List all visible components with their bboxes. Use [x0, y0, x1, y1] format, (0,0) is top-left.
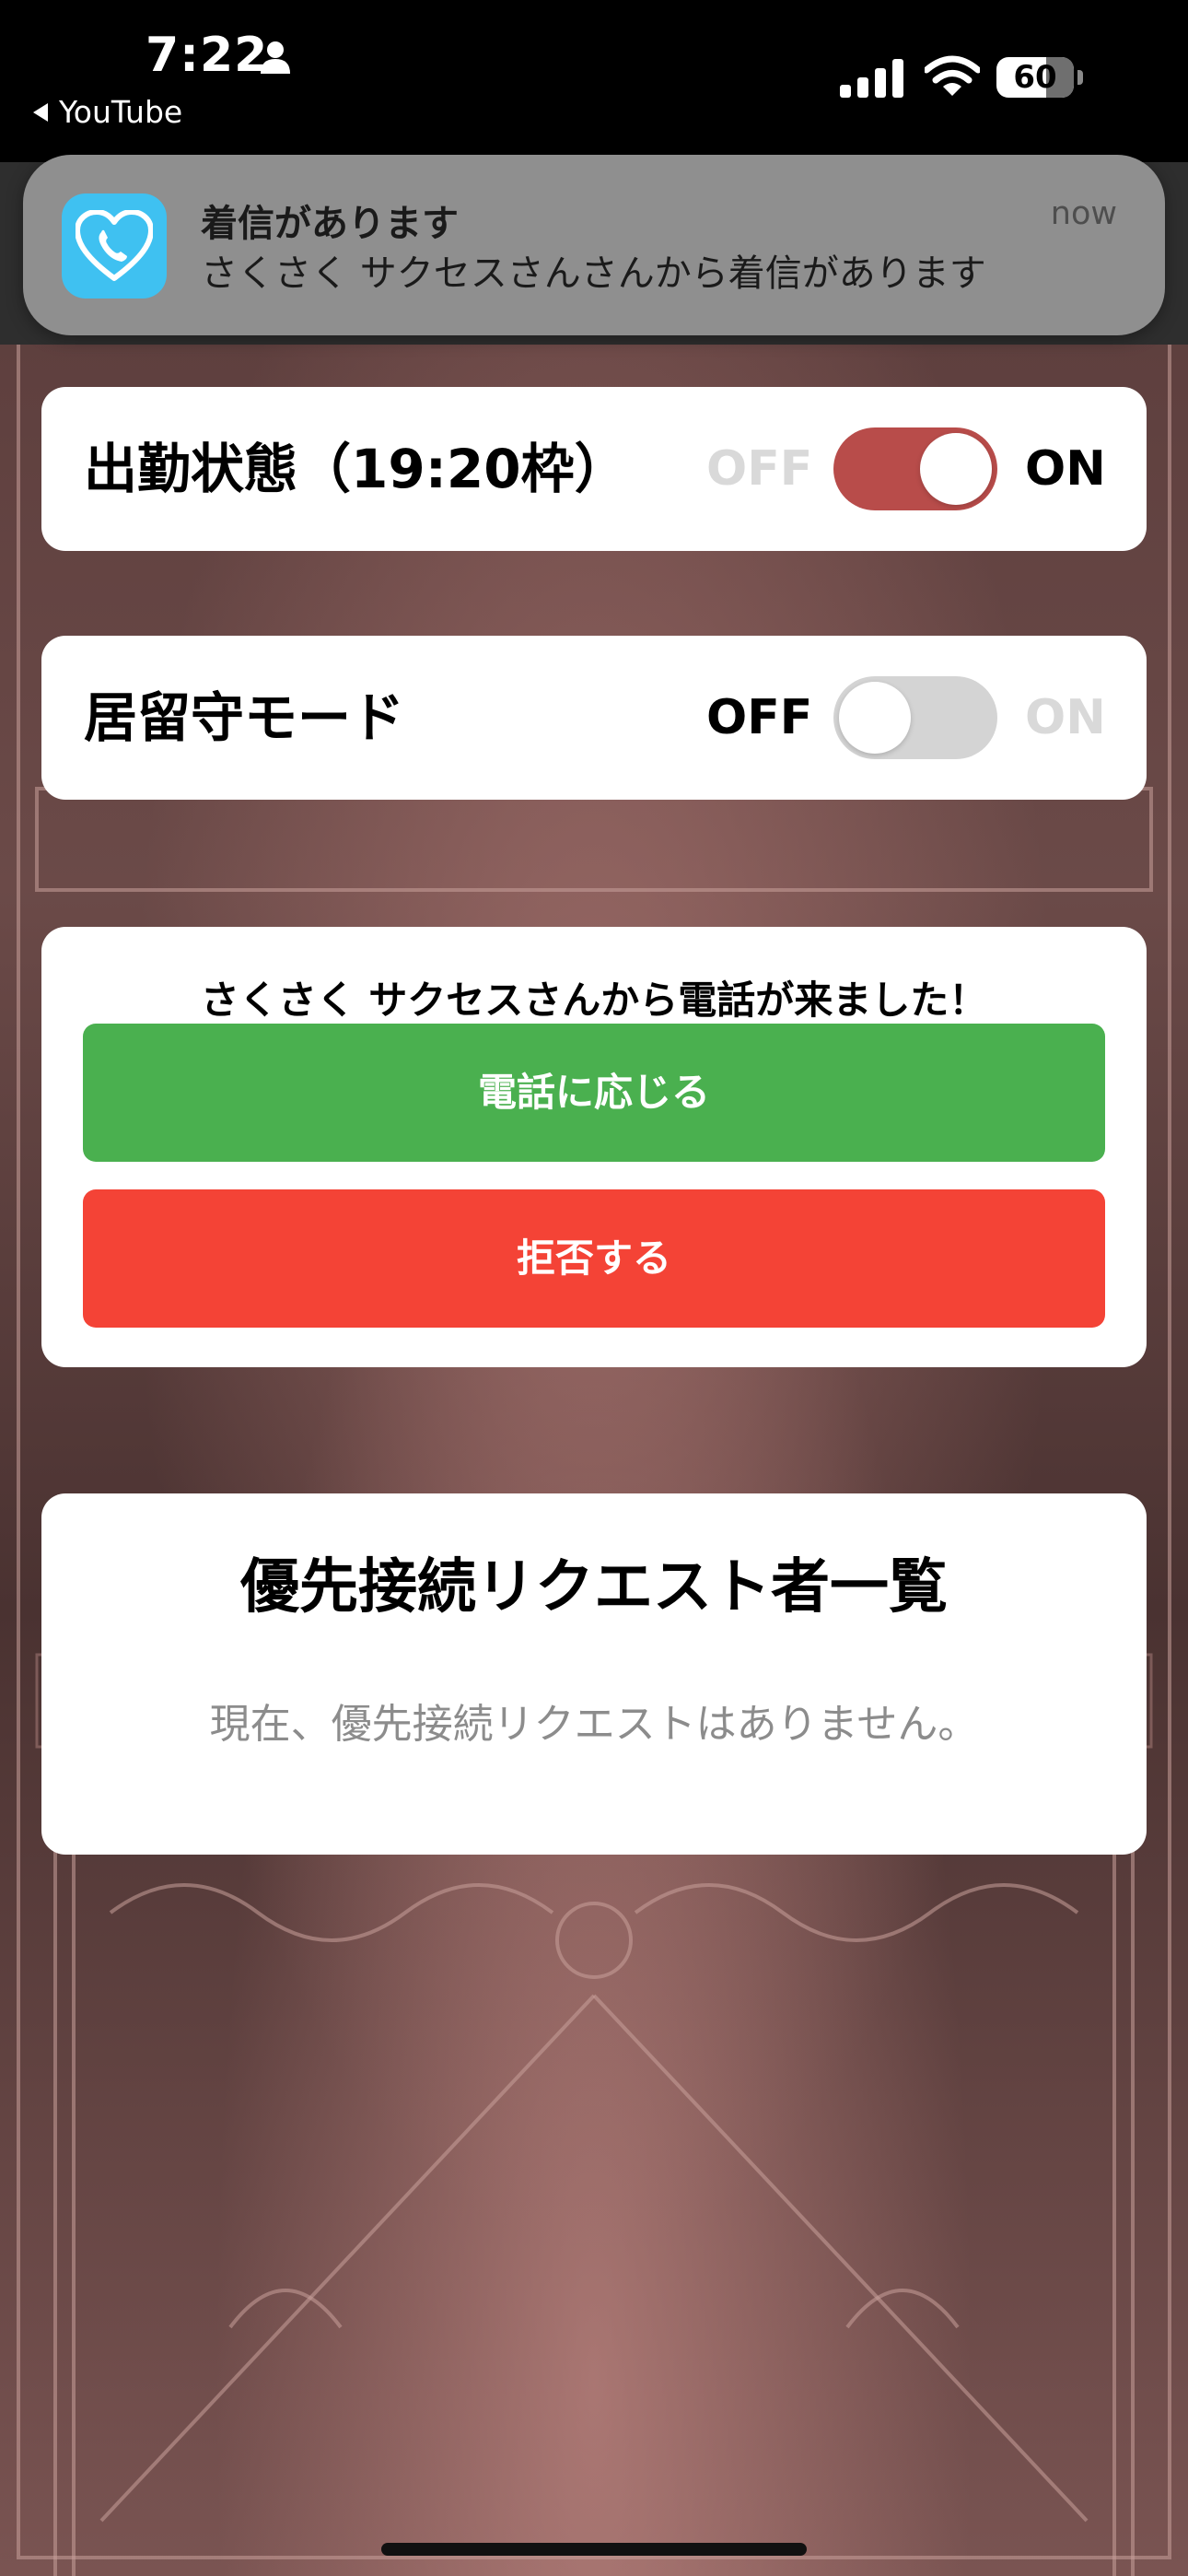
priority-list-empty-message: 現在、優先接続リクエストはありません。: [209, 1701, 979, 1748]
cellular-signal-icon: [840, 57, 904, 101]
answering-machine-label: 居留守モード: [84, 686, 405, 749]
answering-machine-on-label: ON: [1025, 690, 1106, 745]
battery-indicator: 60: [996, 57, 1074, 98]
notification-title: 着信があります: [201, 203, 459, 245]
attendance-on-label: ON: [1025, 441, 1106, 497]
attendance-label: 出勤状態（19:20枠）: [84, 438, 628, 500]
answer-call-button[interactable]: 電話に応じる: [83, 1024, 1105, 1162]
battery-level: 60: [1013, 59, 1057, 96]
heart-phone-icon: [62, 193, 167, 299]
incoming-call-notification[interactable]: 着信があります さくさく サクセスさんさんから着信があります now: [23, 155, 1165, 335]
incoming-call-card: さくさく サクセスさんから電話が来ました！ 電話に応じる 拒否する: [41, 927, 1147, 1367]
answering-machine-card: 居留守モード OFF ON: [41, 636, 1147, 800]
priority-request-list-card: 優先接続リクエスト者一覧 現在、優先接続リクエストはありません。: [41, 1493, 1147, 1855]
answering-machine-off-label: OFF: [706, 690, 813, 745]
notification-time: now: [1050, 195, 1117, 232]
toggle-knob: [920, 433, 992, 505]
status-bar: 7:22 YouTube 60: [0, 0, 1188, 162]
home-indicator[interactable]: [381, 2543, 807, 2556]
answering-machine-toggle[interactable]: [833, 676, 997, 759]
priority-list-title: 優先接続リクエスト者一覧: [240, 1553, 948, 1622]
toggle-knob: [839, 682, 911, 754]
attendance-off-label: OFF: [706, 441, 813, 497]
status-time: 7:22: [146, 28, 269, 83]
back-app-name: YouTube: [59, 94, 183, 130]
attendance-card: 出勤状態（19:20枠） OFF ON: [41, 387, 1147, 551]
back-arrow-icon: [33, 102, 48, 122]
notification-body: さくさく サクセスさんさんから着信があります: [201, 252, 986, 295]
decline-call-button[interactable]: 拒否する: [83, 1189, 1105, 1328]
person-icon: [260, 41, 291, 77]
battery-tip: [1077, 70, 1083, 85]
incoming-call-message: さくさく サクセスさんから電話が来ました！: [200, 978, 988, 1023]
attendance-toggle[interactable]: [833, 427, 997, 510]
back-to-app-button[interactable]: YouTube: [33, 94, 182, 130]
wifi-icon: [923, 55, 982, 101]
